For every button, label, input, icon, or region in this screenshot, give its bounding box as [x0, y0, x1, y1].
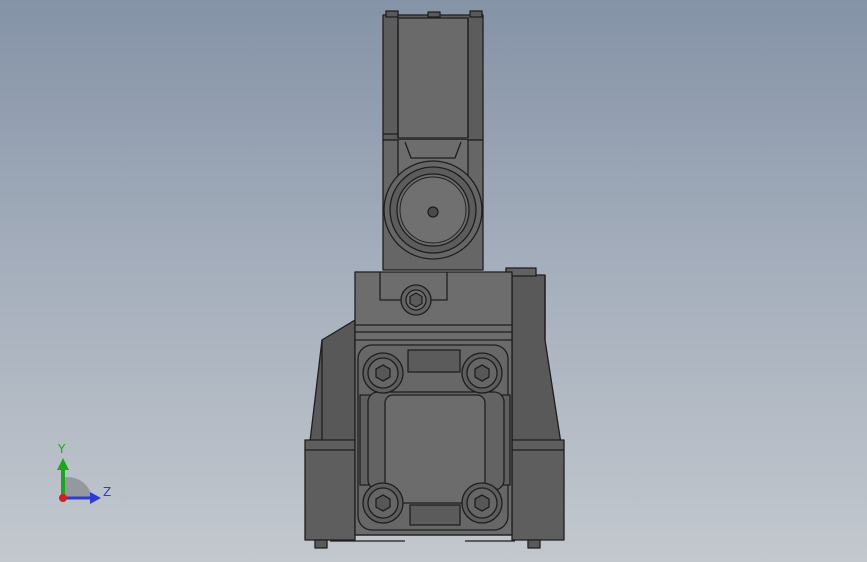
x-axis-origin	[59, 494, 67, 502]
y-axis-label: Y	[58, 442, 66, 456]
graphics-viewport[interactable]: Y Z	[0, 0, 867, 562]
z-axis-label: Z	[103, 485, 112, 499]
triad-quadrant-icon	[62, 477, 92, 498]
